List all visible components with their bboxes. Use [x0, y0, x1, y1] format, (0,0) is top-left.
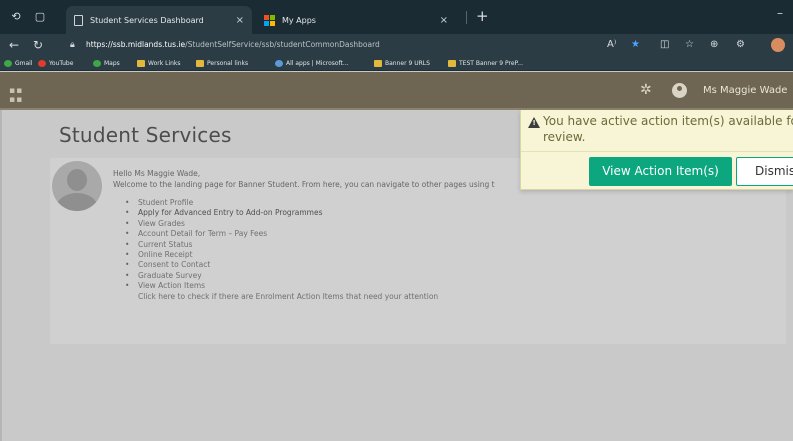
avatar — [52, 161, 102, 211]
folder-icon — [196, 60, 204, 67]
notification-line-2: review. — [543, 129, 586, 144]
user-name[interactable]: Ms Maggie Wade — [703, 84, 787, 97]
split-screen-icon[interactable]: ◫ — [660, 38, 669, 52]
link-graduate-survey[interactable]: Graduate Survey — [125, 271, 438, 282]
warning-icon — [528, 117, 540, 128]
tab-close-icon[interactable]: × — [440, 15, 448, 26]
youtube-icon — [38, 60, 46, 67]
bookmark-personal-links[interactable]: Personal links — [196, 58, 248, 69]
link-online-receipt[interactable]: Online Receipt — [125, 250, 438, 261]
avatar-body — [56, 193, 98, 211]
link-view-grades[interactable]: View Grades — [125, 219, 438, 230]
link-advanced-entry[interactable]: Apply for Advanced Entry to Add-on Progr… — [125, 208, 438, 219]
tab-separator — [466, 11, 467, 24]
bookmark-label: Banner 9 URLS — [385, 60, 430, 67]
browser-tab-bar: ⟲ ▢ Student Services Dashboard × My Apps… — [0, 0, 793, 34]
refresh-icon[interactable]: ↻ — [33, 37, 43, 53]
bookmark-maps[interactable]: Maps — [93, 58, 120, 69]
link-consent-to-contact[interactable]: Consent to Contact — [125, 260, 438, 271]
favorites-icon[interactable]: ☆ — [685, 38, 694, 52]
bookmark-youtube[interactable]: YouTube — [38, 58, 73, 69]
tab-actions-icon[interactable]: ▢ — [33, 10, 47, 24]
tab-my-apps[interactable]: My Apps × — [256, 6, 456, 34]
notification-divider — [521, 151, 793, 152]
bookmark-label: TEST Banner 9 PreP... — [459, 60, 523, 67]
gear-icon[interactable]: ✲ — [640, 83, 652, 97]
microsoft-icon — [275, 60, 283, 67]
extensions-icon[interactable]: ⚙ — [736, 38, 745, 52]
welcome-text: Welcome to the landing page for Banner S… — [113, 180, 495, 189]
address-bar-row: ← ↻ 🔒︎ https://ssb.midlands.tus.ie/Stude… — [0, 34, 793, 56]
new-tab-button[interactable]: + — [476, 9, 489, 24]
view-action-items-button[interactable]: View Action Item(s) — [589, 157, 732, 186]
lock-icon[interactable]: 🔒︎ — [70, 38, 75, 52]
action-items-hint[interactable]: Click here to check if there are Enrolme… — [125, 292, 438, 302]
app-grid-icon[interactable]: ▪▪ ▪▪ — [9, 87, 23, 105]
link-student-profile[interactable]: Student Profile — [125, 198, 438, 209]
bookmark-label: All apps | Microsoft... — [286, 60, 349, 67]
profile-avatar-icon[interactable] — [771, 38, 785, 52]
maps-icon — [93, 60, 101, 67]
avatar-head — [67, 169, 87, 191]
collections-icon[interactable]: ⊕ — [710, 38, 718, 52]
app-header: ▪▪ ▪▪ ✲ Ms Maggie Wade — [0, 72, 793, 110]
bookmark-label: Work Links — [148, 60, 181, 67]
minimize-button[interactable]: – — [777, 6, 783, 20]
tab-student-services[interactable]: Student Services Dashboard × — [66, 6, 252, 34]
bookmark-label: Personal links — [207, 60, 249, 67]
bookmark-label: YouTube — [49, 60, 74, 67]
link-current-status[interactable]: Current Status — [125, 240, 438, 251]
bookmark-label: Gmail — [15, 60, 33, 67]
navigation-links: Student Profile Apply for Advanced Entry… — [125, 198, 438, 302]
link-pay-fees[interactable]: Account Detail for Term – Pay Fees — [125, 229, 438, 240]
window-edge — [0, 110, 2, 441]
back-icon[interactable]: ← — [9, 37, 19, 53]
greeting-text: Hello Ms Maggie Wade, — [113, 169, 201, 178]
action-item-notification: You have active action item(s) available… — [520, 110, 793, 190]
tab-close-icon[interactable]: × — [236, 15, 244, 26]
folder-icon — [374, 60, 382, 67]
url-host: https://ssb.midlands.tus.ie — [86, 40, 186, 49]
page-title: Student Services — [59, 123, 232, 147]
tab-label: Student Services Dashboard — [90, 15, 204, 25]
bookmark-gmail[interactable]: Gmail — [4, 58, 33, 69]
url-path: /StudentSelfService/ssb/studentCommonDas… — [185, 40, 380, 49]
microsoft-apps-icon — [264, 14, 275, 26]
bookmark-banner9-urls[interactable]: Banner 9 URLS — [374, 58, 430, 69]
link-view-action-items[interactable]: View Action Items — [125, 281, 438, 292]
bookmark-all-apps[interactable]: All apps | Microsoft... — [275, 58, 349, 69]
notification-message: You have active action item(s) available… — [543, 114, 793, 145]
user-icon[interactable] — [672, 83, 687, 98]
folder-icon — [137, 60, 145, 67]
read-aloud-icon[interactable]: A⁾ — [607, 38, 616, 52]
bookmark-work-links[interactable]: Work Links — [137, 58, 181, 69]
browser-menu-icon[interactable]: ⟲ — [9, 10, 23, 24]
url-field[interactable]: https://ssb.midlands.tus.ie/StudentSelfS… — [86, 38, 380, 52]
favorite-star-icon[interactable]: ★ — [631, 38, 640, 52]
dismiss-button[interactable]: Dismiss — [736, 157, 793, 186]
tab-label: My Apps — [282, 15, 316, 25]
gmail-icon — [4, 60, 12, 67]
bookmark-label: Maps — [104, 60, 120, 67]
bookmarks-bar: Gmail YouTube Maps Work Links Personal l… — [0, 56, 793, 71]
notification-line-1: You have active action item(s) available… — [543, 114, 793, 128]
page-icon — [74, 14, 83, 26]
folder-icon — [448, 60, 456, 67]
bookmark-test-banner9[interactable]: TEST Banner 9 PreP... — [448, 58, 523, 69]
